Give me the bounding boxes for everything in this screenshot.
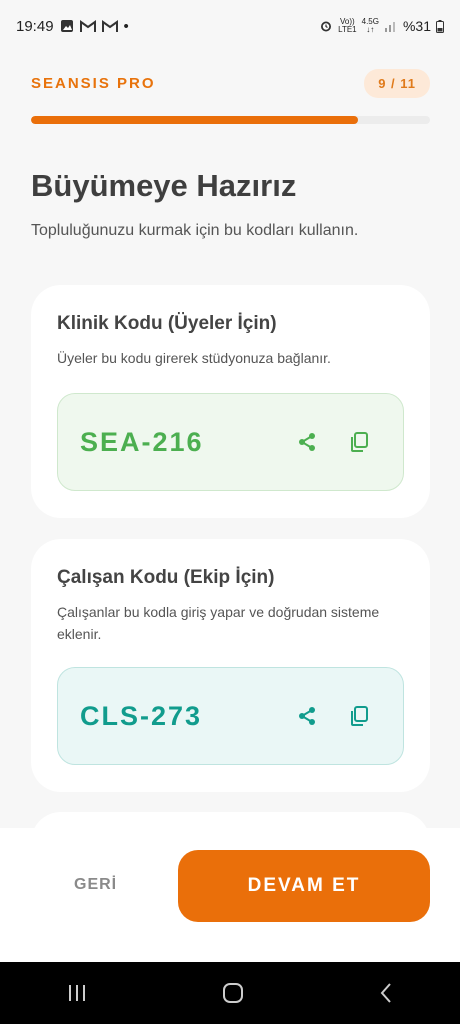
notification-dot: • bbox=[123, 17, 129, 35]
clinic-code: SEA-216 bbox=[80, 426, 204, 457]
brand-name: SEANSIS PRO bbox=[31, 74, 156, 92]
progress-bar bbox=[31, 116, 430, 124]
copy-button[interactable] bbox=[337, 694, 381, 738]
card-title: Klinik Kodu (Üyeler İçin) bbox=[57, 313, 277, 334]
network-indicator: Vo)) LTE1 bbox=[338, 17, 357, 34]
status-bar: 19:49 • Vo)) LTE1 4.5G ↓↑ %31 bbox=[0, 0, 460, 52]
copy-button[interactable] bbox=[337, 420, 381, 464]
back-icon[interactable] bbox=[378, 982, 394, 1004]
copy-icon bbox=[351, 432, 368, 452]
system-navigation-bar bbox=[0, 962, 460, 1024]
share-icon bbox=[299, 433, 315, 451]
staff-code-box: CLS-273 bbox=[57, 667, 404, 765]
onboarding-header: SEANSIS PRO 9 / 11 bbox=[31, 66, 430, 100]
alarm-icon bbox=[321, 21, 332, 32]
back-button[interactable]: GERİ bbox=[74, 876, 117, 894]
card-title: Çalışan Kodu (Ekip İçin) bbox=[57, 567, 275, 588]
gmail-icon bbox=[101, 19, 118, 32]
battery-percent: %31 bbox=[402, 18, 431, 34]
page-subtitle: Topluluğunuzu kurmak için bu kodları kul… bbox=[31, 222, 359, 239]
progress-fill bbox=[31, 116, 359, 124]
status-time: 19:49 bbox=[16, 17, 54, 35]
card-description: Çalışanlar bu kodla giriş yapar ve doğru… bbox=[57, 604, 380, 642]
band-indicator: 4.5G ↓↑ bbox=[361, 17, 379, 34]
staff-code: CLS-273 bbox=[80, 700, 203, 731]
clinic-code-box: SEA-216 bbox=[57, 393, 404, 491]
recents-icon[interactable] bbox=[66, 983, 88, 1003]
share-button[interactable] bbox=[285, 694, 329, 738]
share-icon bbox=[299, 707, 315, 725]
step-counter: 9 / 11 bbox=[364, 68, 430, 98]
gmail-icon bbox=[79, 19, 96, 32]
copy-icon bbox=[351, 706, 368, 726]
page-title: Büyümeye Hazırız bbox=[31, 168, 297, 203]
staff-code-card: Çalışan Kodu (Ekip İçin) Çalışanlar bu k… bbox=[31, 539, 430, 792]
battery-icon bbox=[436, 19, 444, 33]
clinic-code-card: Klinik Kodu (Üyeler İçin) Üyeler bu kodu… bbox=[31, 285, 430, 518]
continue-button[interactable]: DEVAM ET bbox=[178, 850, 430, 922]
share-button[interactable] bbox=[285, 420, 329, 464]
signal-icon bbox=[384, 22, 395, 32]
gallery-icon bbox=[60, 20, 73, 32]
card-description: Üyeler bu kodu girerek stüdyonuza bağlan… bbox=[57, 350, 331, 366]
home-icon[interactable] bbox=[221, 981, 245, 1005]
